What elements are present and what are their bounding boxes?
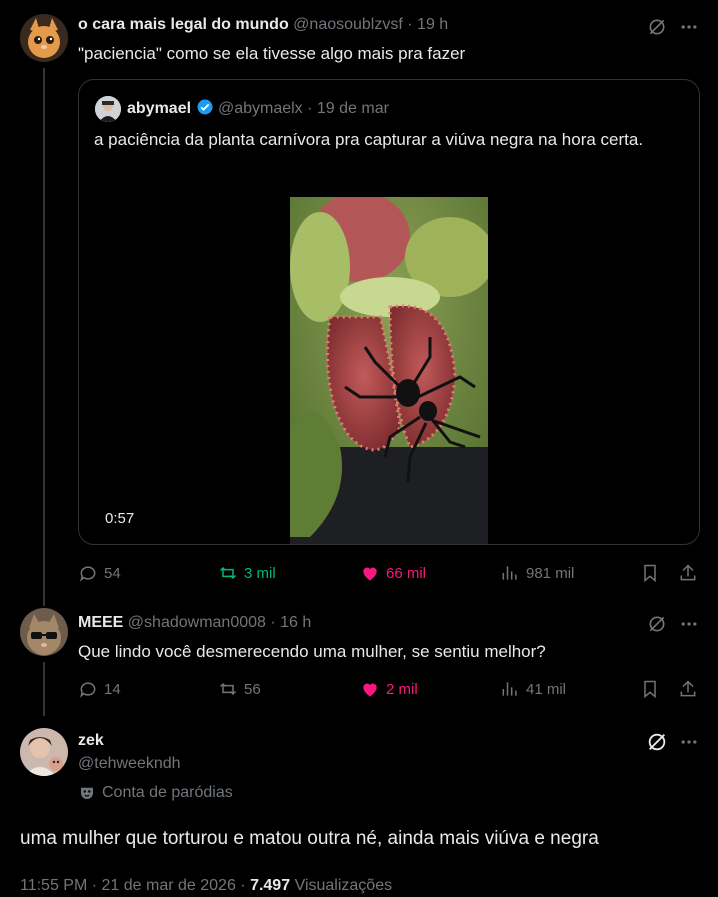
video-duration: 0:57: [103, 510, 137, 527]
share-icon: [680, 564, 696, 581]
quoted-post[interactable]: abymael @abymaelx · 19 de mar a paciênci…: [78, 79, 700, 545]
handle[interactable]: @naosoublzvsf: [293, 16, 403, 33]
repost-count: 3 mil: [244, 564, 276, 582]
analytics-icon: [502, 682, 517, 696]
post-text: Que lindo você desmerecendo uma mulher, …: [78, 642, 546, 661]
like-button[interactable]: 2 mil: [360, 679, 418, 699]
post-time[interactable]: · 19 h: [407, 16, 448, 33]
grok-icon[interactable]: [644, 15, 670, 39]
thread-line: [43, 68, 45, 606]
reply-count: 54: [104, 564, 121, 582]
share-button[interactable]: [678, 679, 698, 699]
avatar[interactable]: [20, 728, 68, 776]
bookmark-button[interactable]: [640, 563, 660, 583]
post-text: uma mulher que torturou e matou outra né…: [20, 828, 599, 849]
more-options-icon[interactable]: [676, 15, 702, 39]
reply-button[interactable]: 54: [78, 563, 121, 583]
venus-flytrap-image: [290, 197, 488, 544]
repost-icon: [219, 682, 237, 696]
analytics-icon: [502, 566, 517, 580]
bookmark-icon: [644, 680, 656, 699]
share-icon: [680, 680, 696, 697]
views-count: 7.497: [250, 877, 291, 894]
share-button[interactable]: [678, 563, 698, 583]
avatar[interactable]: [20, 14, 68, 62]
grok-icon[interactable]: [644, 612, 670, 636]
parody-label-text: Conta de paródias: [102, 784, 233, 801]
heart-icon: [363, 567, 377, 581]
like-count: 2 mil: [386, 680, 418, 698]
like-count: 66 mil: [386, 564, 427, 582]
display-name[interactable]: zek: [78, 732, 104, 750]
post-metadata: 11:55 PM · 21 de mar de 2026 · 7.497 Vis…: [20, 877, 392, 895]
views-button[interactable]: 981 mil: [500, 563, 574, 583]
video-player[interactable]: [290, 197, 488, 544]
handle[interactable]: @shadowman0008: [128, 614, 266, 631]
quote-avatar[interactable]: [95, 96, 121, 122]
repost-icon: [219, 566, 237, 580]
bookmark-icon: [644, 564, 656, 583]
quote-text: a paciência da planta carnívora pra capt…: [94, 130, 644, 149]
quote-time: · 19 de mar: [307, 100, 389, 117]
views-count: 41 mil: [526, 680, 567, 698]
display-name[interactable]: MEEE: [78, 614, 123, 631]
more-options-icon[interactable]: [676, 612, 702, 636]
person-avatar-icon: [95, 96, 121, 122]
heart-icon: [363, 683, 377, 697]
more-options-icon[interactable]: [676, 730, 702, 754]
handle[interactable]: @tehweekndh: [78, 755, 181, 773]
bookmark-button[interactable]: [640, 679, 660, 699]
avatar[interactable]: [20, 608, 68, 656]
repost-button[interactable]: 3 mil: [218, 563, 276, 583]
post-time[interactable]: · 16 h: [270, 614, 311, 631]
like-button[interactable]: 66 mil: [360, 563, 426, 583]
display-name[interactable]: o cara mais legal do mundo: [78, 16, 289, 33]
grok-icon[interactable]: [644, 730, 670, 754]
mask-icon: [81, 787, 93, 799]
repost-count: 56: [244, 680, 261, 698]
views-label: Visualizações: [294, 877, 393, 894]
verified-badge-icon: [197, 99, 212, 115]
cat-avatar-icon: [20, 14, 68, 62]
repost-button[interactable]: 56: [218, 679, 261, 699]
parody-label: Conta de paródias: [78, 784, 233, 802]
thread-line: [43, 662, 45, 716]
reply-button[interactable]: 14: [78, 679, 121, 699]
reply-count: 14: [104, 680, 121, 698]
views-button[interactable]: 41 mil: [500, 679, 566, 699]
reply-icon: [80, 566, 96, 582]
quote-display-name[interactable]: abymael: [127, 100, 191, 117]
reply-icon: [80, 682, 96, 698]
views-count: 981 mil: [526, 564, 575, 582]
quote-handle: @abymaelx: [217, 100, 303, 117]
person-avatar-icon: [20, 728, 68, 776]
post-timestamp[interactable]: 11:55 PM · 21 de mar de 2026 ·: [20, 877, 246, 894]
cat-sunglasses-avatar-icon: [20, 608, 68, 656]
post-text: "paciencia" como se ela tivesse algo mai…: [78, 44, 466, 63]
